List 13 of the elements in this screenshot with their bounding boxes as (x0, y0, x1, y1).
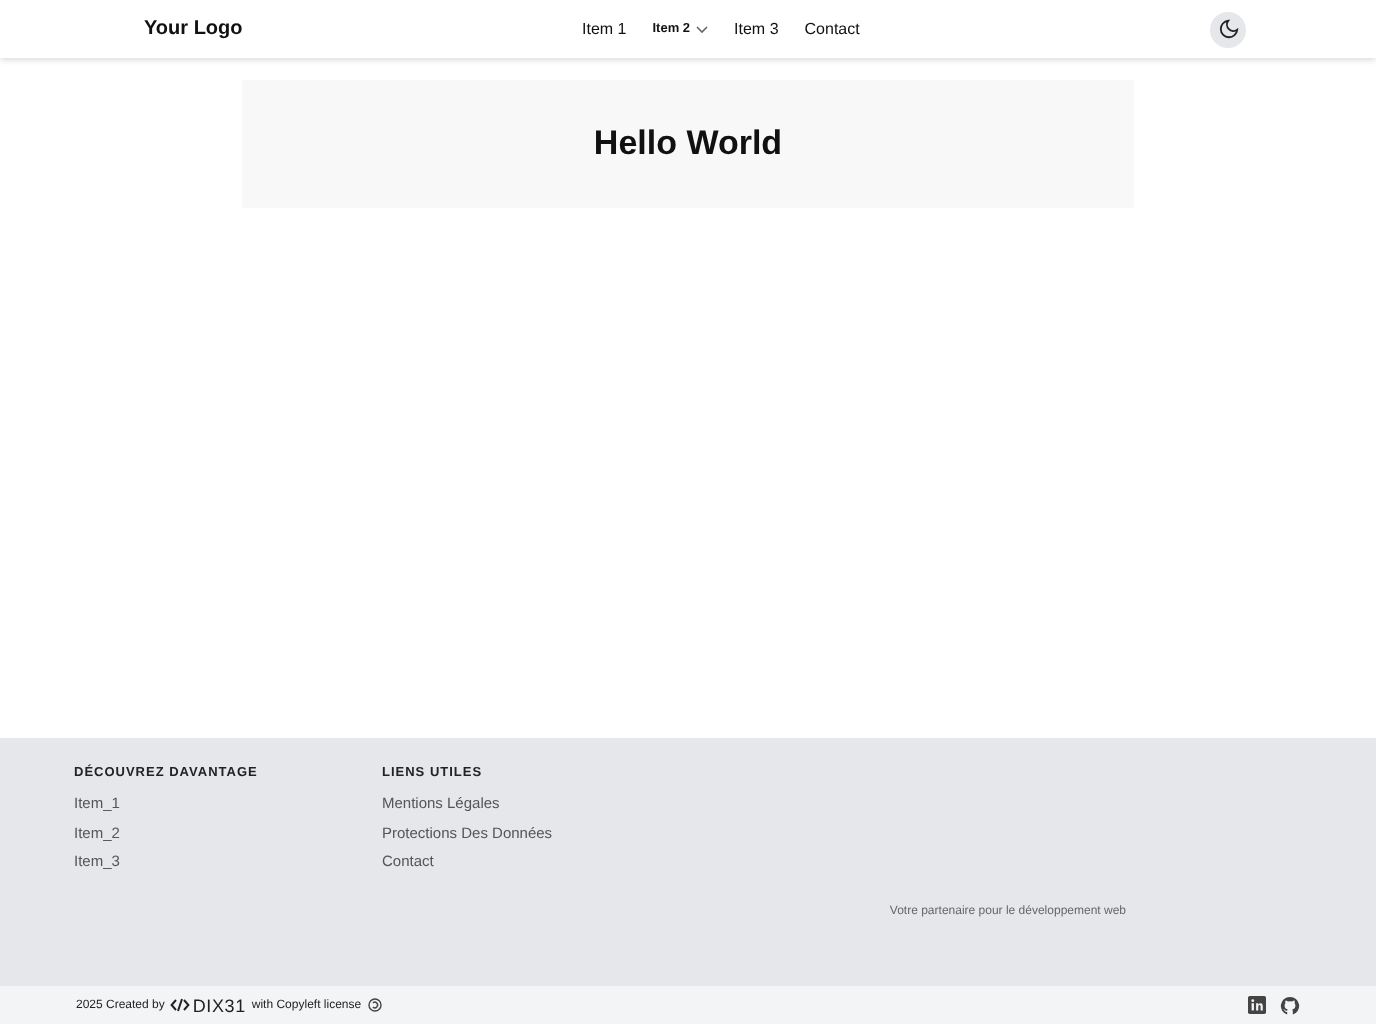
linkedin-icon[interactable] (1248, 996, 1266, 1014)
github-icon[interactable] (1280, 995, 1300, 1015)
caret-icon (696, 25, 709, 33)
code-icon (170, 998, 191, 1012)
nav-link[interactable]: Item 1 (582, 20, 627, 38)
moon-icon (1217, 18, 1239, 40)
nav-link[interactable]: Contact (804, 20, 860, 38)
theme-toggle-button[interactable] (1210, 11, 1246, 47)
brand-link[interactable]: DIX31 (170, 995, 246, 1015)
nav-link[interactable]: Item 3 (734, 20, 779, 38)
logo-text[interactable]: Your Logo (144, 18, 582, 40)
hero-title: Hello World (593, 124, 783, 164)
copyleft-icon (367, 998, 382, 1012)
